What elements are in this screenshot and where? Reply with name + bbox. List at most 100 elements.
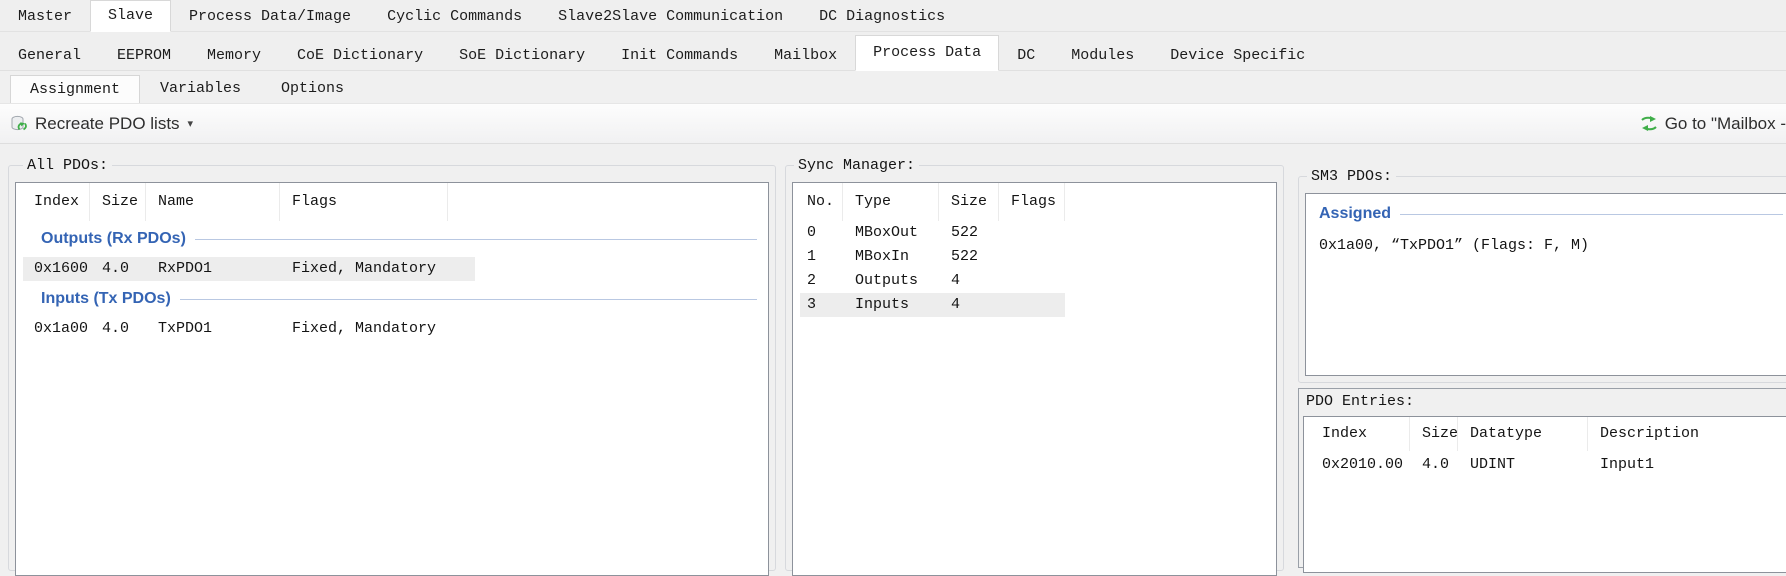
- cell-index: 0x1a00: [16, 317, 90, 341]
- recreate-pdo-icon: [10, 115, 29, 133]
- cell-flags: [999, 221, 1065, 245]
- section-divider-line: [195, 239, 757, 240]
- sync-manager-group: Sync Manager: No. Type Size Flags 0 MBox…: [785, 165, 1284, 571]
- tab-options[interactable]: Options: [261, 74, 364, 103]
- column-header-index: Index: [1304, 417, 1410, 451]
- assigned-pdo-entry[interactable]: 0x1a00, “TxPDO1” (Flags: F, M): [1306, 234, 1786, 258]
- all-pdos-header: Index Size Name Flags: [16, 183, 768, 221]
- sm-row-2[interactable]: 2 Outputs 4: [793, 269, 1276, 293]
- tab-strip-primary: Master Slave Process Data/Image Cyclic C…: [0, 0, 1786, 32]
- tab-variables[interactable]: Variables: [140, 74, 261, 103]
- section-divider-line: [1400, 214, 1783, 215]
- cell-name: TxPDO1: [146, 317, 280, 341]
- cell-flags: [999, 293, 1065, 317]
- goto-mailbox-link[interactable]: Go to "Mailbox -: [1640, 104, 1786, 143]
- pdo-entry-row-0x2010[interactable]: 0x2010.00 4.0 UDINT Input1: [1304, 451, 1786, 478]
- column-header-type: Type: [843, 183, 939, 221]
- cell-type: MBoxOut: [843, 221, 939, 245]
- pdo-row-0x1600[interactable]: 0x1600 4.0 RxPDO1 Fixed, Mandatory: [16, 257, 768, 281]
- tab-strip-process-data: Assignment Variables Options: [10, 74, 1786, 103]
- section-assigned-label: Assigned: [1319, 205, 1391, 223]
- sm-row-1[interactable]: 1 MBoxIn 522: [793, 245, 1276, 269]
- section-outputs-rx-pdos: Outputs (Rx PDOs): [16, 221, 768, 257]
- column-header-flags: Flags: [999, 183, 1065, 221]
- chevron-down-icon: ▾: [188, 117, 194, 130]
- column-header-blank: [1065, 183, 1276, 221]
- all-pdos-list[interactable]: Index Size Name Flags Outputs (Rx PDOs) …: [15, 182, 769, 576]
- cell-size: 522: [939, 245, 999, 269]
- section-inputs-tx-pdos: Inputs (Tx PDOs): [16, 281, 768, 317]
- tab-strip-secondary: General EEPROM Memory CoE Dictionary SoE…: [0, 32, 1786, 71]
- column-header-size: Size: [1410, 417, 1458, 451]
- tab-soe-dictionary[interactable]: SoE Dictionary: [441, 42, 603, 70]
- section-inputs-label: Inputs (Tx PDOs): [41, 290, 171, 308]
- column-header-name: Name: [146, 183, 280, 221]
- cell-type: Inputs: [843, 293, 939, 317]
- tab-mailbox[interactable]: Mailbox: [756, 42, 855, 70]
- tab-assignment[interactable]: Assignment: [10, 75, 140, 104]
- sm-row-3-selected[interactable]: 3 Inputs 4: [793, 293, 1276, 317]
- tab-coe-dictionary[interactable]: CoE Dictionary: [279, 42, 441, 70]
- sm3-pdos-list[interactable]: Assigned 0x1a00, “TxPDO1” (Flags: F, M): [1305, 193, 1786, 376]
- cell-size: 4.0: [1410, 451, 1458, 478]
- tab-cyclic-commands[interactable]: Cyclic Commands: [369, 3, 540, 31]
- tab-memory[interactable]: Memory: [189, 42, 279, 70]
- sm3-pdos-group: SM3 PDOs: Assigned 0x1a00, “TxPDO1” (Fla…: [1298, 176, 1786, 383]
- column-header-no: No.: [793, 183, 843, 221]
- cell-flags: [999, 269, 1065, 293]
- column-header-blank: [448, 183, 768, 221]
- pdo-entries-header: Index Size Datatype Description: [1304, 417, 1786, 451]
- cell-no: 0: [793, 221, 843, 245]
- cell-index: 0x1600: [16, 257, 90, 281]
- cell-size: 4: [939, 293, 999, 317]
- recreate-pdo-label: Recreate PDO lists: [35, 114, 180, 134]
- pdo-row-0x1a00[interactable]: 0x1a00 4.0 TxPDO1 Fixed, Mandatory: [16, 317, 768, 341]
- cell-type: Outputs: [843, 269, 939, 293]
- tab-slave2slave-communication[interactable]: Slave2Slave Communication: [540, 3, 801, 31]
- tab-eeprom[interactable]: EEPROM: [99, 42, 189, 70]
- cell-blank: [448, 317, 768, 341]
- cell-blank: [1065, 269, 1276, 293]
- cell-no: 1: [793, 245, 843, 269]
- sync-manager-header: No. Type Size Flags: [793, 183, 1276, 221]
- cell-flags: [999, 245, 1065, 269]
- column-header-description: Description: [1588, 417, 1786, 451]
- column-header-index: Index: [16, 183, 90, 221]
- column-header-datatype: Datatype: [1458, 417, 1588, 451]
- cell-type: MBoxIn: [843, 245, 939, 269]
- section-outputs-label: Outputs (Rx PDOs): [41, 230, 186, 248]
- cell-size: 4.0: [90, 317, 146, 341]
- cell-blank: [1065, 293, 1276, 317]
- tab-modules[interactable]: Modules: [1053, 42, 1152, 70]
- tab-device-specific[interactable]: Device Specific: [1152, 42, 1323, 70]
- recreate-pdo-lists-button[interactable]: Recreate PDO lists ▾: [0, 104, 203, 143]
- cell-blank: [448, 257, 768, 281]
- tab-process-data-image[interactable]: Process Data/Image: [171, 3, 369, 31]
- pdo-entries-title: PDO Entries:: [1299, 389, 1786, 415]
- tab-master[interactable]: Master: [0, 3, 90, 31]
- tab-dc-diagnostics[interactable]: DC Diagnostics: [801, 3, 963, 31]
- column-header-flags: Flags: [280, 183, 448, 221]
- cell-no: 2: [793, 269, 843, 293]
- tab-init-commands[interactable]: Init Commands: [603, 42, 756, 70]
- goto-mailbox-label: Go to "Mailbox -: [1665, 114, 1786, 134]
- cell-name: RxPDO1: [146, 257, 280, 281]
- tab-slave[interactable]: Slave: [90, 0, 171, 32]
- cell-datatype: UDINT: [1458, 451, 1588, 478]
- pdo-entries-list[interactable]: Index Size Datatype Description 0x2010.0…: [1303, 416, 1786, 573]
- sm3-pdos-title: SM3 PDOs:: [1307, 168, 1396, 185]
- pdo-entries-panel: PDO Entries: Index Size Datatype Descrip…: [1298, 388, 1786, 568]
- section-assigned: Assigned: [1306, 194, 1786, 234]
- goto-arrows-icon: [1640, 116, 1658, 131]
- tab-process-data[interactable]: Process Data: [855, 35, 999, 71]
- sync-manager-title: Sync Manager:: [794, 157, 919, 174]
- column-header-size: Size: [939, 183, 999, 221]
- sync-manager-list[interactable]: No. Type Size Flags 0 MBoxOut 522 1 MBox…: [792, 182, 1277, 576]
- section-divider-line: [180, 299, 757, 300]
- tab-general[interactable]: General: [0, 42, 99, 70]
- sm-row-0[interactable]: 0 MBoxOut 522: [793, 221, 1276, 245]
- cell-blank: [1065, 245, 1276, 269]
- all-pdos-title: All PDOs:: [23, 157, 112, 174]
- tab-dc[interactable]: DC: [999, 42, 1053, 70]
- cell-description: Input1: [1588, 451, 1786, 478]
